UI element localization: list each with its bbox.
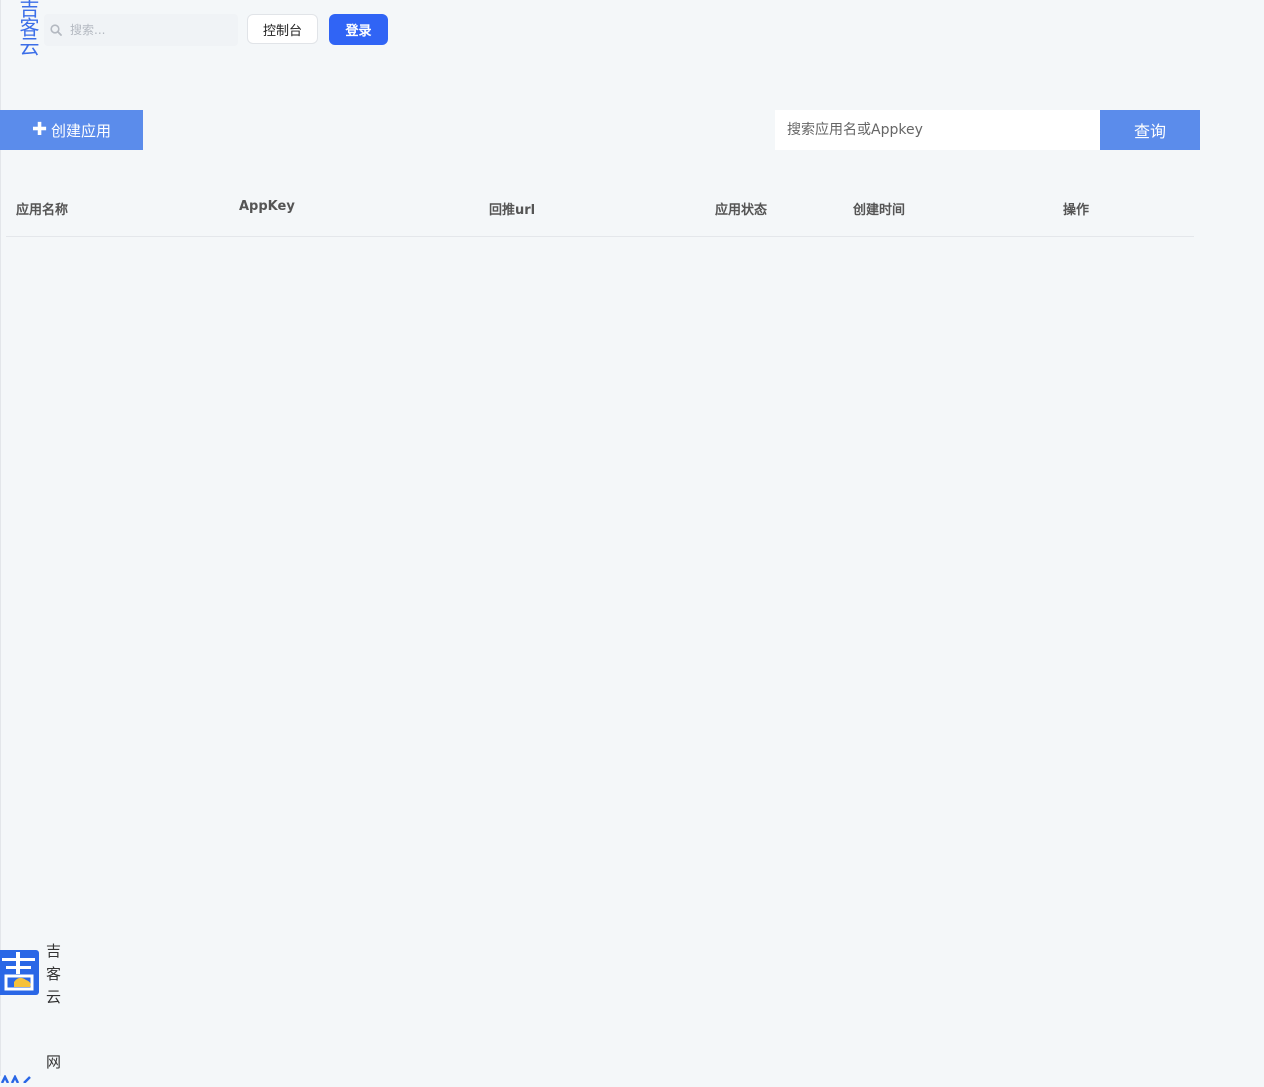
plus-icon: ✚ [31,119,48,140]
console-button[interactable]: 控制台 [247,14,318,44]
left-border [0,0,1,1076]
footer-brand-text: 吉客云 [46,942,62,1006]
search-icon [50,24,62,36]
top-search-input[interactable] [68,22,232,38]
create-app-label: 创建应用 [51,121,112,140]
footer-decoration-icon [0,1068,36,1084]
footer-extra-text: 网 [46,1053,62,1071]
app-table-header: 应用名称 AppKey 回推url 应用状态 创建时间 操作 [6,186,1194,237]
footer-logo-icon [0,950,39,995]
app-search-input[interactable] [775,110,1100,150]
query-button[interactable]: 查询 [1100,110,1200,150]
top-search-box[interactable] [44,14,238,46]
column-appkey: AppKey [239,199,295,214]
brand-logo[interactable]: 吉客云 [14,0,40,55]
column-app-status: 应用状态 [715,203,768,218]
column-actions: 操作 [1063,203,1090,218]
login-button[interactable]: 登录 [329,14,388,45]
column-callback-url: 回推url [489,203,536,218]
create-app-button[interactable]: ✚ 创建应用 [0,110,143,150]
column-created-time: 创建时间 [853,203,906,218]
column-app-name: 应用名称 [16,203,69,218]
